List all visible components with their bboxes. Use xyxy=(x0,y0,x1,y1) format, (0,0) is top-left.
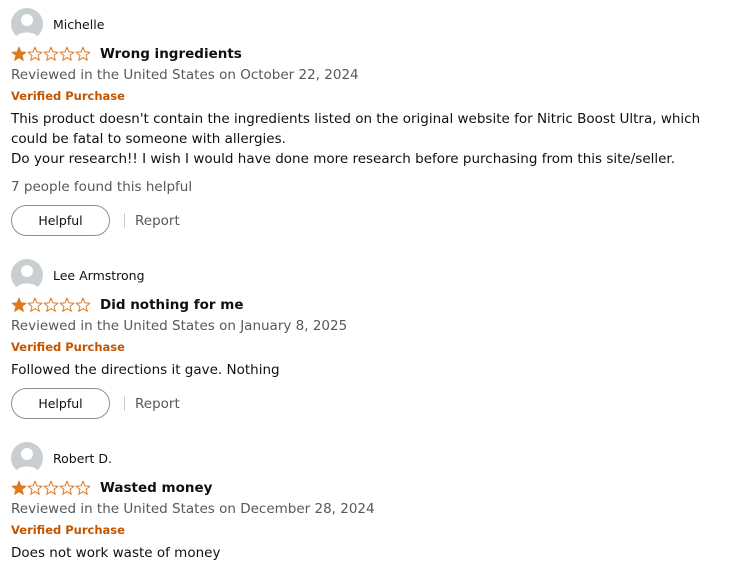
review-date: Reviewed in the United States on Decembe… xyxy=(11,501,375,517)
avatar-placeholder-icon xyxy=(11,8,43,40)
reviewer-name: Robert D. xyxy=(53,450,113,466)
star-empty-icon xyxy=(27,46,43,61)
star-empty-icon xyxy=(75,480,91,495)
star-rating[interactable] xyxy=(11,297,91,313)
star-empty-icon xyxy=(59,297,75,312)
rating-line: Did nothing for me xyxy=(11,296,243,314)
star-empty-icon xyxy=(59,480,75,495)
verified-purchase-badge: Verified Purchase xyxy=(11,89,125,103)
review-title[interactable]: Wrong ingredients xyxy=(100,46,242,62)
avatar-placeholder-icon xyxy=(11,259,43,291)
reviewer-profile[interactable]: Michelle xyxy=(11,8,104,40)
star-empty-icon xyxy=(59,46,75,61)
review-actions: Helpful Report xyxy=(11,205,180,236)
star-filled-icon xyxy=(11,297,27,312)
reviewer-profile[interactable]: Lee Armstrong xyxy=(11,259,145,291)
star-empty-icon xyxy=(27,297,43,312)
star-rating[interactable] xyxy=(11,480,91,496)
review-body-line: could be fatal to someone with allergies… xyxy=(11,131,286,147)
report-link[interactable]: Report xyxy=(135,396,180,412)
helpful-button[interactable]: Helpful xyxy=(11,205,110,236)
star-empty-icon xyxy=(75,297,91,312)
verified-purchase-badge: Verified Purchase xyxy=(11,340,125,354)
report-link[interactable]: Report xyxy=(135,213,180,229)
divider xyxy=(124,396,125,411)
star-filled-icon xyxy=(11,46,27,61)
star-empty-icon xyxy=(43,46,59,61)
review-body-line: Does not work waste of money xyxy=(11,545,221,561)
rating-line: Wasted money xyxy=(11,479,212,497)
helpful-button[interactable]: Helpful xyxy=(11,388,110,419)
review-title[interactable]: Wasted money xyxy=(100,480,212,496)
review-body-line: This product doesn't contain the ingredi… xyxy=(11,111,701,127)
reviewer-name: Michelle xyxy=(53,16,105,32)
avatar-placeholder-icon xyxy=(11,442,43,474)
review-body: Does not work waste of money xyxy=(11,543,731,563)
review-title[interactable]: Did nothing for me xyxy=(100,297,243,313)
star-rating[interactable] xyxy=(11,46,91,62)
rating-line: Wrong ingredients xyxy=(11,45,242,63)
star-empty-icon xyxy=(75,46,91,61)
reviewer-name: Lee Armstrong xyxy=(53,267,145,283)
review-body-line: Followed the directions it gave. Nothing xyxy=(11,362,280,378)
star-empty-icon xyxy=(27,480,43,495)
reviewer-profile[interactable]: Robert D. xyxy=(11,442,112,474)
helpful-count: 7 people found this helpful xyxy=(11,179,193,195)
divider xyxy=(124,213,125,228)
star-empty-icon xyxy=(43,297,59,312)
review-actions: Helpful Report xyxy=(11,388,180,419)
star-filled-icon xyxy=(11,480,27,495)
star-empty-icon xyxy=(43,480,59,495)
review-date: Reviewed in the United States on January… xyxy=(11,318,348,334)
review-body: Followed the directions it gave. Nothing xyxy=(11,360,731,380)
verified-purchase-badge: Verified Purchase xyxy=(11,523,125,537)
review-date: Reviewed in the United States on October… xyxy=(11,67,359,83)
review-body: This product doesn't contain the ingredi… xyxy=(11,109,731,169)
review-body-line: Do your research!! I wish I would have d… xyxy=(11,151,676,167)
